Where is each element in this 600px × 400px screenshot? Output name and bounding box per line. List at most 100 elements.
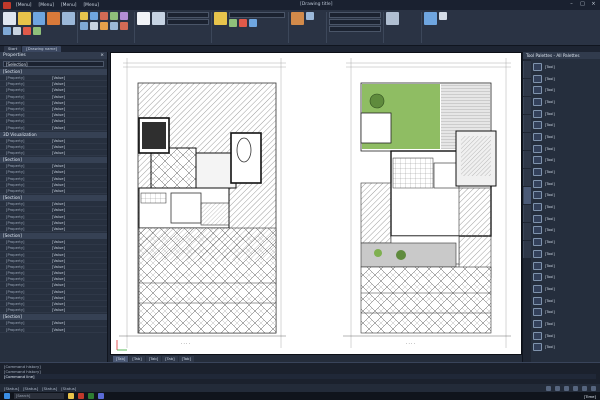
- copy-tool-icon[interactable]: [110, 12, 118, 20]
- palette-tool-item[interactable]: [Tool]: [531, 108, 600, 120]
- palette-tool-item[interactable]: [Tool]: [531, 330, 600, 342]
- property-value[interactable]: [Value]: [50, 245, 107, 250]
- property-row[interactable]: [Property] [Value]: [0, 307, 107, 314]
- palette-tab[interactable]: [523, 79, 531, 96]
- cad-app-icon[interactable]: [78, 393, 84, 399]
- property-value[interactable]: [Value]: [50, 207, 107, 212]
- palette-tab[interactable]: [523, 133, 531, 150]
- dimension-tool-icon[interactable]: [152, 12, 165, 25]
- palette-tool-item[interactable]: [Tool]: [531, 201, 600, 213]
- property-value[interactable]: [Value]: [50, 327, 107, 332]
- property-value[interactable]: [Value]: [50, 106, 107, 111]
- property-value[interactable]: [Value]: [50, 94, 107, 99]
- palette-tool-item[interactable]: [Tool]: [531, 190, 600, 202]
- property-value[interactable]: [Value]: [50, 220, 107, 225]
- layer-on-icon[interactable]: [229, 19, 237, 27]
- palette-tab[interactable]: [523, 205, 531, 222]
- property-value[interactable]: [Value]: [50, 118, 107, 123]
- measure-icon[interactable]: [424, 12, 437, 25]
- palette-tab[interactable]: [523, 97, 531, 114]
- layout-tab[interactable]: [Tab]: [129, 355, 145, 362]
- menu-item[interactable]: [Menu]: [36, 3, 55, 8]
- stretch-tool-icon[interactable]: [110, 22, 118, 30]
- property-value[interactable]: [Value]: [50, 320, 107, 325]
- palette-tab[interactable]: [523, 187, 531, 204]
- property-value[interactable]: [Value]: [50, 307, 107, 312]
- status-item[interactable]: [Status]: [23, 386, 38, 391]
- palette-tab[interactable]: [523, 169, 531, 186]
- palette-tab[interactable]: [523, 151, 531, 168]
- rotate-tool-icon[interactable]: [90, 12, 98, 20]
- create-block-icon[interactable]: [306, 12, 314, 20]
- status-item[interactable]: [Status]: [61, 386, 76, 391]
- palette-tool-item[interactable]: [Tool]: [531, 342, 600, 354]
- palette-tool-item[interactable]: [Tool]: [531, 295, 600, 307]
- palette-tab[interactable]: [523, 223, 531, 240]
- menu-item[interactable]: [Menu]: [14, 3, 33, 8]
- array-tool-icon[interactable]: [100, 22, 108, 30]
- palette-tool-item[interactable]: [Tool]: [531, 306, 600, 318]
- menu-item[interactable]: [Menu]: [59, 3, 78, 8]
- palette-tab[interactable]: [523, 241, 531, 258]
- palette-tool-item[interactable]: [Tool]: [531, 96, 600, 108]
- property-value[interactable]: [Value]: [50, 276, 107, 281]
- property-value[interactable]: [Value]: [50, 214, 107, 219]
- property-value[interactable]: [Value]: [50, 226, 107, 231]
- line-tool-icon[interactable]: [3, 12, 16, 25]
- rectangle-tool-icon[interactable]: [62, 12, 75, 25]
- close-icon[interactable]: ×: [589, 1, 598, 8]
- text-style-select[interactable]: [167, 12, 209, 18]
- folder-icon[interactable]: [68, 393, 74, 399]
- mirror-tool-icon[interactable]: [120, 12, 128, 20]
- property-row[interactable]: [Property] [Value]: [0, 188, 107, 195]
- app-icon[interactable]: [98, 393, 104, 399]
- property-value[interactable]: [Value]: [50, 87, 107, 92]
- property-row[interactable]: [Property] [Value]: [0, 150, 107, 157]
- text-tool-icon[interactable]: [137, 12, 150, 25]
- property-value[interactable]: [Value]: [50, 81, 107, 86]
- command-input[interactable]: [Command line]: [4, 374, 596, 379]
- property-value[interactable]: [Value]: [50, 264, 107, 269]
- ortho-icon[interactable]: [564, 385, 569, 391]
- palette-tool-item[interactable]: [Tool]: [531, 236, 600, 248]
- snap-icon[interactable]: [546, 385, 551, 391]
- selection-dropdown[interactable]: [Selection]: [3, 61, 104, 67]
- property-row[interactable]: [Property] [Value]: [0, 327, 107, 333]
- ellipse-tool-icon[interactable]: [13, 27, 21, 35]
- palette-tool-item[interactable]: [Tool]: [531, 260, 600, 272]
- layer-lock-icon[interactable]: [249, 19, 257, 27]
- layout-tab[interactable]: [Tab]: [145, 355, 162, 362]
- property-value[interactable]: [Value]: [50, 258, 107, 263]
- palette-tool-item[interactable]: [Tool]: [531, 225, 600, 237]
- palette-tool-item[interactable]: [Tool]: [531, 318, 600, 330]
- property-value[interactable]: [Value]: [50, 100, 107, 105]
- property-value[interactable]: [Value]: [50, 112, 107, 117]
- trim-tool-icon[interactable]: [100, 12, 108, 20]
- palette-tool-item[interactable]: [Tool]: [531, 131, 600, 143]
- property-value[interactable]: [Value]: [50, 138, 107, 143]
- property-value[interactable]: [Value]: [50, 144, 107, 149]
- palette-tool-item[interactable]: [Tool]: [531, 271, 600, 283]
- layer-select[interactable]: [229, 12, 285, 18]
- hatch-tool-icon[interactable]: [3, 27, 11, 35]
- palette-tool-item[interactable]: [Tool]: [531, 283, 600, 295]
- menu-item[interactable]: [Menu]: [81, 3, 100, 8]
- polyline-tool-icon[interactable]: [17, 12, 31, 25]
- arc-tool-icon[interactable]: [47, 12, 61, 25]
- browser-icon[interactable]: [88, 393, 94, 399]
- clipboard-icon[interactable]: [439, 12, 447, 20]
- color-select[interactable]: [329, 12, 381, 18]
- minimize-icon[interactable]: –: [567, 1, 576, 8]
- property-value[interactable]: [Value]: [50, 282, 107, 287]
- property-value[interactable]: [Value]: [50, 289, 107, 294]
- palette-tool-item[interactable]: [Tool]: [531, 61, 600, 73]
- osnap-icon[interactable]: [582, 385, 587, 391]
- palette-tool-item[interactable]: [Tool]: [531, 213, 600, 225]
- property-value[interactable]: [Value]: [50, 75, 107, 80]
- palette-tab[interactable]: [523, 115, 531, 132]
- insert-block-icon[interactable]: [291, 12, 304, 25]
- property-value[interactable]: [Value]: [50, 239, 107, 244]
- point-tool-icon[interactable]: [23, 27, 31, 35]
- status-item[interactable]: [Status]: [4, 386, 19, 391]
- grid-icon[interactable]: [555, 385, 560, 391]
